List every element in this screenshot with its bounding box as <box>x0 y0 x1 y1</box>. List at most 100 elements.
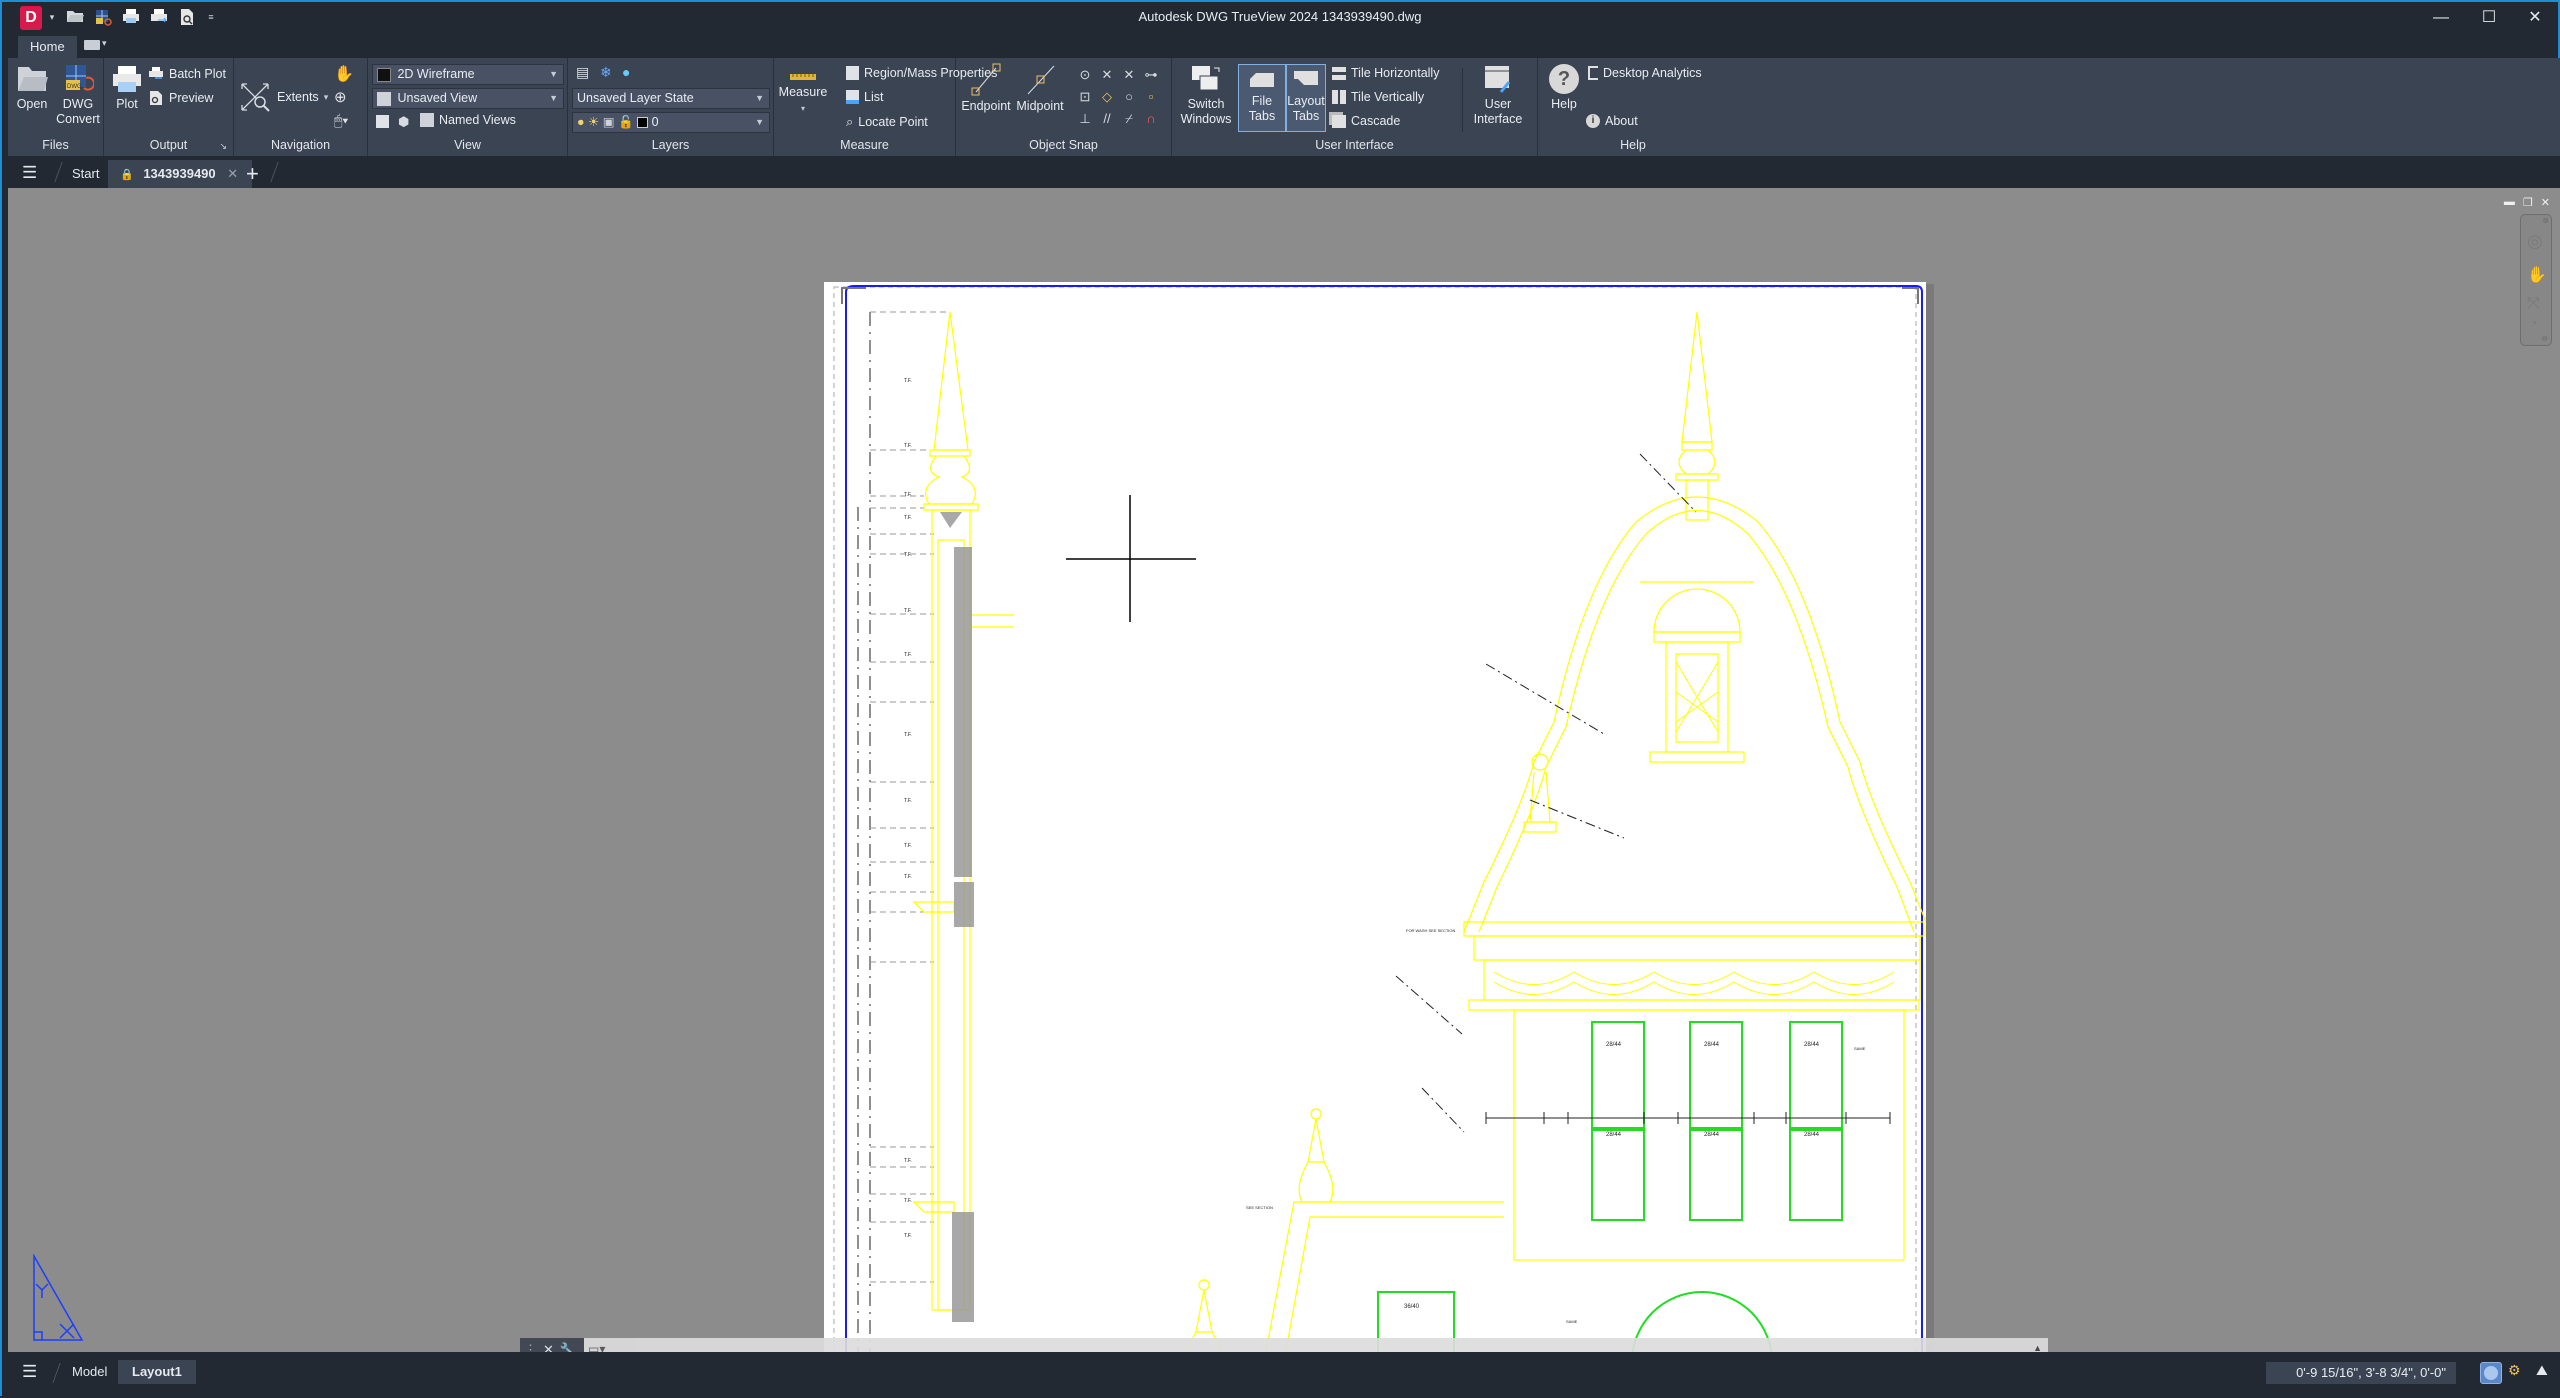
named-view-dropdown[interactable]: Unsaved View ▼ <box>372 88 564 109</box>
cube-view-icon[interactable] <box>376 115 389 128</box>
perpendicular-snap-icon[interactable]: ⊥ <box>1074 108 1096 130</box>
zoom-extents-icon <box>238 80 272 114</box>
command-input[interactable] <box>620 1340 2020 1352</box>
section-hatch <box>940 512 974 1322</box>
viewport-restore-icon[interactable]: ❐ <box>2523 196 2533 209</box>
layer-dropdown[interactable]: ● ☀ ▣ 🔓 0 ▼ <box>572 112 770 133</box>
new-tab-button[interactable]: + <box>246 160 259 188</box>
clear-snaps-icon[interactable]: ∩ <box>1140 108 1162 130</box>
layer-on-icon[interactable]: ● <box>622 64 630 80</box>
panel-title-view: View <box>368 136 567 154</box>
measure-button[interactable]: Measure ▾ <box>778 72 828 116</box>
ucs-icon <box>30 1254 86 1344</box>
pan-icon[interactable]: ✋ <box>2527 265 2547 285</box>
svg-text:T.F.: T.F. <box>904 652 912 658</box>
quadrant-snap-icon[interactable]: ◇ <box>1096 86 1118 108</box>
minimize-button[interactable]: — <box>2418 6 2464 30</box>
insertion-snap-icon[interactable]: ▫ <box>1140 86 1162 108</box>
file-tabs-menu-icon[interactable]: ☰ <box>22 163 37 183</box>
close-command-line-icon[interactable]: ✕ <box>543 1342 554 1352</box>
tab-model[interactable]: Model <box>66 1360 113 1384</box>
status-bar: ☰ Model Layout1 0'-9 15/16", 3'-8 3/4", … <box>8 1352 2560 1398</box>
drawing-canvas[interactable]: ▬ ❐ ✕ ⊗ ◎ ✋ ⤧ ▾ ⊖ <box>8 188 2560 1352</box>
viewport-minimize-icon[interactable]: ▬ <box>2504 196 2515 209</box>
visual-style-dropdown[interactable]: 2D Wireframe ▼ <box>372 64 564 85</box>
layer-properties-icon[interactable]: ▤ <box>576 64 589 81</box>
user-interface-button[interactable]: User Interface <box>1470 64 1526 127</box>
minimize-icon: — <box>2433 9 2449 26</box>
tab-layout1[interactable]: Layout1 <box>118 1360 196 1384</box>
chevron-down-icon: ▼ <box>755 89 764 108</box>
command-line[interactable]: ⋮ ✕ 🔧 ▭▾ ▲ <box>520 1338 2048 1352</box>
preview-button[interactable]: Preview <box>148 90 213 106</box>
steering-wheel-icon[interactable]: 🖱▾ <box>334 112 348 129</box>
command-expand-icon[interactable]: ▲ <box>2033 1343 2042 1352</box>
batch-plot-button[interactable]: Batch Plot <box>148 66 226 81</box>
close-tab-icon[interactable]: ✕ <box>227 166 238 181</box>
cascade-button[interactable]: Cascade <box>1332 114 1400 128</box>
navigation-bar[interactable]: ⊗ ◎ ✋ ⤧ ▾ ⊖ <box>2520 214 2552 346</box>
close-button[interactable]: ✕ <box>2512 6 2558 30</box>
pan-hand-icon[interactable]: ✋ <box>334 64 354 84</box>
tab-start[interactable]: Start <box>66 160 105 188</box>
steering-wheel-2d-icon[interactable]: ◎ <box>2527 231 2543 252</box>
customize-wrench-icon[interactable]: 🔧 <box>560 1342 576 1352</box>
navbar-options-icon[interactable]: ⊖ <box>2541 334 2548 343</box>
center-snap-icon[interactable]: ⊙ <box>1074 64 1096 86</box>
svg-text:28/44: 28/44 <box>1606 1132 1622 1138</box>
help-button[interactable]: ? Help <box>1546 64 1582 112</box>
layer-freeze-icon[interactable]: ❄ <box>600 64 612 81</box>
3d-view-icon[interactable]: ⬢ <box>398 114 409 130</box>
open-button[interactable]: Open <box>14 64 50 112</box>
locate-point-button[interactable]: ⌕ Locate Point <box>846 114 928 130</box>
orbit-icon[interactable]: ⊕ <box>334 88 347 106</box>
measure-caret-icon[interactable]: ▾ <box>801 104 805 113</box>
node-snap-icon[interactable]: ⊡ <box>1074 86 1096 108</box>
close-icon: ✕ <box>2528 9 2541 26</box>
named-views-icon <box>420 113 434 127</box>
tab-home[interactable]: Home <box>18 36 77 58</box>
nearest-snap-icon[interactable]: ⌿ <box>1118 108 1140 130</box>
dwg-convert-button[interactable]: DWG DWG Convert <box>56 64 100 127</box>
svg-text:28/44: 28/44 <box>1606 1042 1622 1048</box>
parallel-snap-icon[interactable]: // <box>1096 108 1118 130</box>
tile-vertically-button[interactable]: Tile Vertically <box>1332 90 1424 104</box>
command-line-grip[interactable]: ⋮ ✕ 🔧 <box>520 1338 584 1352</box>
intersection-snap-icon[interactable]: ✕ <box>1096 64 1118 86</box>
extents-button[interactable]: Extents ▾ <box>238 80 328 114</box>
plot-button[interactable]: Plot <box>110 64 144 112</box>
zoom-caret-icon[interactable]: ▾ <box>2533 319 2537 327</box>
quick-properties-icon[interactable] <box>2480 1362 2502 1384</box>
graphics-performance-icon[interactable]: ⛰ <box>2536 1362 2558 1384</box>
divider <box>270 162 278 182</box>
layout-tabs-toggle[interactable]: Layout Tabs <box>1286 64 1326 132</box>
layer-state-dropdown[interactable]: Unsaved Layer State ▼ <box>572 88 770 109</box>
viewport-close-icon[interactable]: ✕ <box>2541 196 2550 209</box>
coordinate-readout[interactable]: 0'-9 15/16", 3'-8 3/4", 0'-0" <box>2266 1362 2456 1384</box>
ribbon-options-caret-icon[interactable]: ▾ <box>102 38 107 49</box>
tile-horizontally-button[interactable]: Tile Horizontally <box>1332 66 1439 80</box>
drag-handle-icon[interactable]: ⋮ <box>524 1342 537 1352</box>
navbar-close-icon[interactable]: ⊗ <box>2542 216 2549 225</box>
tangent-snap-icon[interactable]: ○ <box>1118 86 1140 108</box>
maximize-button[interactable]: ☐ <box>2466 6 2512 30</box>
layout-tabs-menu-icon[interactable]: ☰ <box>22 1362 37 1382</box>
plot-icon <box>111 64 143 94</box>
named-views-button[interactable]: Named Views <box>420 113 516 127</box>
midpoint-snap-button[interactable]: Midpoint <box>1014 62 1066 114</box>
ribbon-minimize-toggle[interactable] <box>84 40 100 50</box>
output-dialog-launcher-icon[interactable]: ↘ <box>219 141 227 152</box>
switch-windows-button[interactable]: Switch Windows <box>1180 64 1232 127</box>
list-button[interactable]: List <box>846 90 883 104</box>
tab-file-1343939490[interactable]: 🔒 1343939490 ✕ <box>108 160 252 188</box>
annotation-monitor-icon[interactable]: ⚙ <box>2508 1362 2530 1384</box>
desktop-analytics-button[interactable]: Desktop Analytics <box>1588 66 1702 80</box>
endpoint-snap-button[interactable]: Endpoint <box>960 62 1012 114</box>
file-tabs-toggle[interactable]: File Tabs <box>1238 64 1286 132</box>
command-history-icon[interactable]: ▭▾ <box>588 1342 605 1352</box>
apparent-intersection-snap-icon[interactable]: ✕ <box>1118 64 1140 86</box>
extension-snap-icon[interactable]: ⊶ <box>1140 64 1162 86</box>
about-button[interactable]: i About <box>1586 114 1638 128</box>
zoom-extents-icon[interactable]: ⤧ <box>2527 295 2540 313</box>
extents-caret-icon[interactable]: ▾ <box>324 92 329 103</box>
